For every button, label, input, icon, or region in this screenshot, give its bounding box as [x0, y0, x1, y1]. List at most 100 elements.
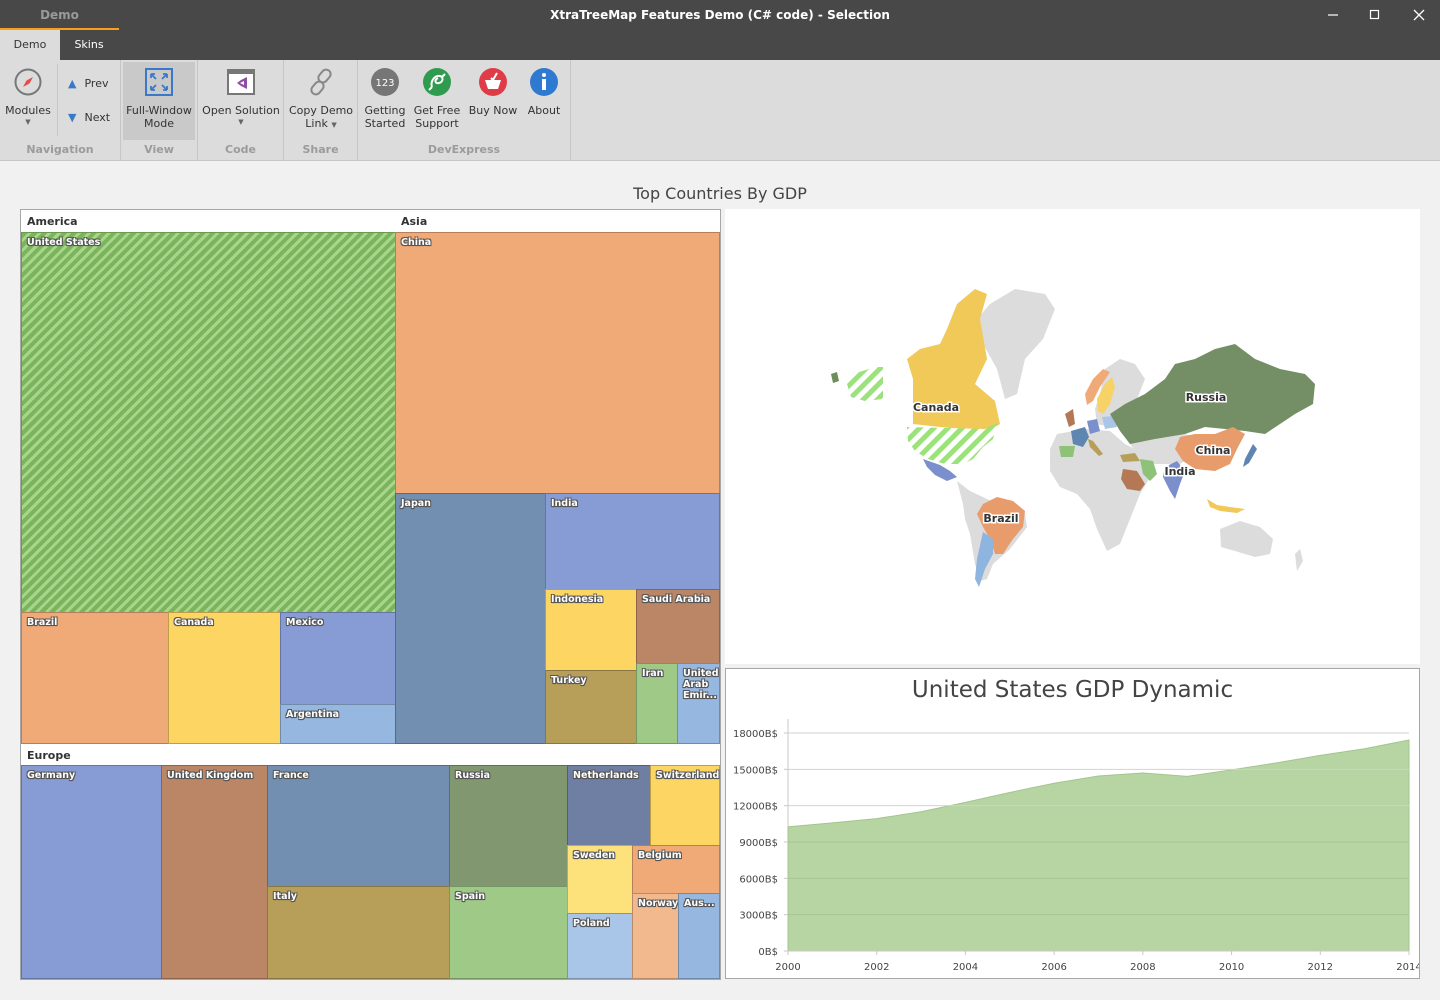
treemap-cell-uae[interactable]: United Arab Emir...: [677, 663, 720, 744]
visual-studio-icon: [227, 69, 255, 95]
close-icon: [1413, 9, 1425, 21]
maximize-icon: [1369, 9, 1380, 20]
support-icon: [423, 68, 451, 96]
x-tick-label: 2006: [1041, 962, 1066, 973]
world-map: Canada Brazil Russia China India: [725, 209, 1420, 664]
group-label-view: View: [144, 143, 174, 156]
triangle-down-icon: ▼: [68, 111, 77, 124]
map-label-india: India: [1165, 465, 1196, 478]
getting-started-label-2: Started: [364, 117, 406, 130]
treemap-cell-switzerland[interactable]: Switzerland: [650, 765, 720, 846]
chart-plot: 0B$ 3000B$ 6000B$ 9000B$ 12000B$ 15000B$ 18000…: [733, 719, 1419, 973]
map-greenland[interactable]: [977, 289, 1055, 399]
cell-label: Iran: [642, 668, 664, 679]
treemap-cell-united-states[interactable]: United States: [21, 232, 396, 613]
y-tick-label: 18000B$: [733, 729, 778, 740]
y-tick-label: 15000B$: [733, 765, 778, 776]
cell-label: Belgium: [638, 850, 682, 861]
group-label-navigation: Navigation: [26, 143, 94, 156]
treemap-cell-austria[interactable]: Aus...: [678, 893, 720, 979]
copy-demo-link-button[interactable]: Copy Demo Link ▼: [288, 62, 354, 140]
window-title: XtraTreeMap Features Demo (C# code) - Se…: [550, 8, 890, 22]
treemap-cell-belgium[interactable]: Belgium: [632, 845, 720, 894]
treemap-cell-united-kingdom[interactable]: United Kingdom: [161, 765, 268, 979]
support-label-1: Get Free: [413, 104, 461, 117]
cell-label: Netherlands: [573, 770, 639, 781]
maximize-button[interactable]: [1352, 0, 1398, 30]
full-window-mode-button[interactable]: Full-Window Mode: [123, 62, 195, 140]
cell-label: Spain: [455, 891, 486, 902]
treemap-cell-mexico[interactable]: Mexico: [280, 612, 396, 705]
map-new-zealand[interactable]: [1295, 549, 1303, 571]
x-tick-label: 2010: [1219, 962, 1244, 973]
treemap-cell-spain[interactable]: Spain: [449, 886, 568, 979]
triangle-up-icon: ▲: [68, 77, 77, 90]
gdp-chart: United States GDP Dynamic 0B$ 3000B$ 6000B…: [725, 668, 1420, 979]
group-header-america[interactable]: America: [21, 210, 395, 232]
map-label-russia: Russia: [1186, 391, 1227, 404]
get-free-support-button[interactable]: Get Free Support: [412, 62, 462, 140]
map-uk[interactable]: [1065, 409, 1075, 427]
cell-label: Sweden: [573, 850, 616, 861]
getting-started-button[interactable]: 123 Getting Started: [362, 62, 408, 140]
next-button[interactable]: ▼ Next: [68, 111, 110, 124]
cell-label: China: [401, 237, 432, 248]
treemap-cell-italy[interactable]: Italy: [267, 886, 450, 979]
treemap-cell-turkey[interactable]: Turkey: [545, 670, 637, 744]
cell-label: Turkey: [551, 675, 587, 686]
map-australia[interactable]: [1220, 521, 1273, 557]
title-bar: Demo XtraTreeMap Features Demo (C# code)…: [0, 0, 1440, 60]
treemap-cell-norway[interactable]: Norway: [632, 893, 679, 979]
treemap-cell-argentina[interactable]: Argentina: [280, 704, 396, 744]
map-united-states[interactable]: [907, 423, 997, 464]
map-indonesia[interactable]: [1207, 499, 1245, 513]
treemap-cell-iran[interactable]: Iran: [636, 663, 678, 744]
map-japan[interactable]: [1243, 444, 1257, 467]
group-devexpress: 123 Getting Started Get Free Support Buy…: [358, 60, 571, 160]
treemap-cell-china[interactable]: China: [395, 232, 720, 494]
cell-label: Norway: [638, 898, 679, 909]
treemap-cell-germany[interactable]: Germany: [21, 765, 162, 979]
link-icon: [310, 68, 332, 96]
tab-demo[interactable]: Demo: [0, 30, 60, 60]
minimize-button[interactable]: [1310, 0, 1356, 30]
group-code: Open Solution ▼ Code: [198, 60, 284, 160]
treemap-cell-sweden[interactable]: Sweden: [567, 845, 633, 914]
map-label-canada: Canada: [913, 401, 959, 414]
prev-button[interactable]: ▲ Prev: [68, 77, 108, 90]
treemap-cell-canada[interactable]: Canada: [168, 612, 281, 744]
x-tick-label: 2014: [1396, 962, 1419, 973]
treemap-cell-france[interactable]: France: [267, 765, 450, 887]
treemap-cell-brazil[interactable]: Brazil: [21, 612, 169, 744]
modules-button[interactable]: Modules ▼: [4, 62, 52, 140]
group-view: Full-Window Mode View: [121, 60, 198, 160]
treemap-cell-netherlands[interactable]: Netherlands: [567, 765, 651, 846]
close-button[interactable]: [1396, 0, 1440, 30]
y-tick-label: 6000B$: [739, 874, 778, 885]
cell-label: Russia: [455, 770, 491, 781]
ribbon: Modules ▼ ▲ Prev ▼ Next Navigation Full-…: [0, 60, 1440, 161]
treemap-cell-russia[interactable]: Russia: [449, 765, 568, 887]
y-tick-label: 0B$: [758, 947, 778, 958]
map-aleutian[interactable]: [831, 372, 839, 383]
cell-label: Poland: [573, 918, 610, 929]
map-spain[interactable]: [1059, 446, 1075, 457]
group-navigation: Modules ▼ ▲ Prev ▼ Next Navigation: [0, 60, 121, 160]
copy-demo-label-2: Link: [305, 117, 328, 130]
treemap-cell-japan[interactable]: Japan: [395, 493, 546, 744]
treemap-cell-saudi-arabia[interactable]: Saudi Arabia: [636, 589, 720, 664]
about-button[interactable]: About: [522, 62, 566, 140]
open-solution-button[interactable]: Open Solution ▼: [202, 62, 280, 140]
treemap-cell-indonesia[interactable]: Indonesia: [545, 589, 637, 671]
cell-label: Germany: [27, 770, 76, 781]
map-svg: Canada Brazil Russia China India: [831, 289, 1315, 587]
app-tab-demo[interactable]: Demo: [0, 0, 119, 30]
map-alaska[interactable]: [847, 367, 883, 401]
treemap-cell-india[interactable]: India: [545, 493, 720, 590]
buy-now-button[interactable]: Buy Now: [466, 62, 520, 140]
tab-skins[interactable]: Skins: [60, 30, 118, 60]
group-header-asia[interactable]: Asia: [395, 210, 720, 232]
cell-label: Mexico: [286, 617, 324, 628]
group-header-europe[interactable]: Europe: [21, 744, 720, 766]
treemap-cell-poland[interactable]: Poland: [567, 913, 633, 979]
